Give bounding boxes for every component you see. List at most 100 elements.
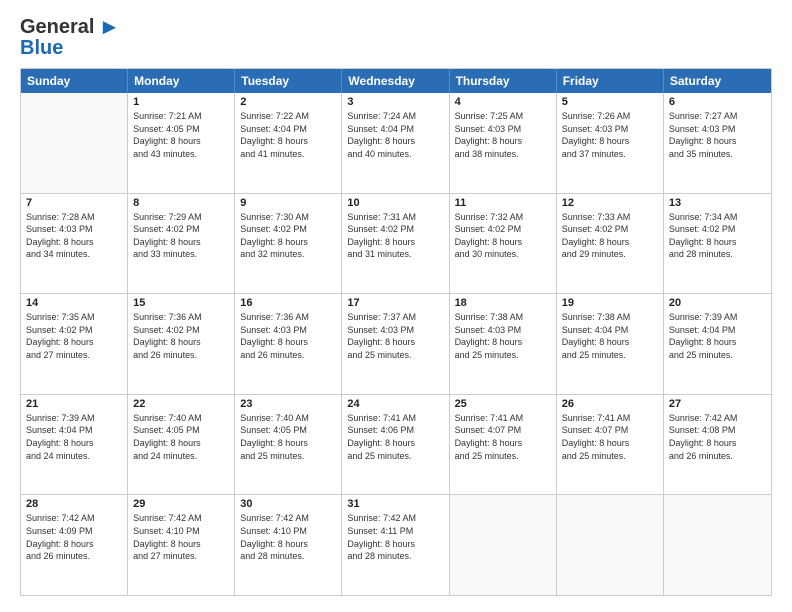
cell-info-line: and 31 minutes.: [347, 248, 443, 261]
cell-info-line: Daylight: 8 hours: [347, 236, 443, 249]
cell-info-line: Daylight: 8 hours: [669, 135, 766, 148]
cell-info-line: Daylight: 8 hours: [455, 135, 551, 148]
day-number: 28: [26, 498, 122, 510]
cell-info-line: Sunset: 4:03 PM: [562, 123, 658, 136]
day-number: 3: [347, 96, 443, 108]
cell-info-line: Daylight: 8 hours: [133, 437, 229, 450]
calendar-cell: [557, 495, 664, 595]
cell-info-line: and 24 minutes.: [26, 450, 122, 463]
cell-info-line: Sunrise: 7:29 AM: [133, 211, 229, 224]
cell-info-line: Sunset: 4:07 PM: [455, 424, 551, 437]
calendar-cell: 27Sunrise: 7:42 AMSunset: 4:08 PMDayligh…: [664, 395, 771, 495]
cell-info-line: Sunset: 4:02 PM: [240, 223, 336, 236]
cell-info-line: Sunrise: 7:39 AM: [669, 311, 766, 324]
calendar-cell: 5Sunrise: 7:26 AMSunset: 4:03 PMDaylight…: [557, 93, 664, 193]
cell-info-line: Sunrise: 7:39 AM: [26, 412, 122, 425]
calendar-cell: 17Sunrise: 7:37 AMSunset: 4:03 PMDayligh…: [342, 294, 449, 394]
weekday-header: Friday: [557, 69, 664, 93]
cell-info-line: Daylight: 8 hours: [26, 236, 122, 249]
calendar-cell: 13Sunrise: 7:34 AMSunset: 4:02 PMDayligh…: [664, 194, 771, 294]
cell-info-line: Daylight: 8 hours: [26, 336, 122, 349]
cell-info-line: Daylight: 8 hours: [26, 538, 122, 551]
cell-info-line: Daylight: 8 hours: [133, 538, 229, 551]
calendar-week-row: 28Sunrise: 7:42 AMSunset: 4:09 PMDayligh…: [21, 494, 771, 595]
calendar-cell: [21, 93, 128, 193]
calendar-cell: 25Sunrise: 7:41 AMSunset: 4:07 PMDayligh…: [450, 395, 557, 495]
calendar-body: 1Sunrise: 7:21 AMSunset: 4:05 PMDaylight…: [21, 93, 771, 595]
cell-info-line: Sunset: 4:03 PM: [455, 123, 551, 136]
cell-info-line: Sunset: 4:05 PM: [133, 123, 229, 136]
cell-info-line: Sunrise: 7:22 AM: [240, 110, 336, 123]
calendar-cell: 12Sunrise: 7:33 AMSunset: 4:02 PMDayligh…: [557, 194, 664, 294]
day-number: 7: [26, 197, 122, 209]
cell-info-line: and 27 minutes.: [133, 550, 229, 563]
cell-info-line: and 30 minutes.: [455, 248, 551, 261]
cell-info-line: Sunset: 4:11 PM: [347, 525, 443, 538]
cell-info-line: and 27 minutes.: [26, 349, 122, 362]
cell-info-line: Sunrise: 7:41 AM: [455, 412, 551, 425]
cell-info-line: and 40 minutes.: [347, 148, 443, 161]
cell-info-line: Sunset: 4:02 PM: [133, 324, 229, 337]
cell-info-line: and 26 minutes.: [26, 550, 122, 563]
calendar-cell: 23Sunrise: 7:40 AMSunset: 4:05 PMDayligh…: [235, 395, 342, 495]
cell-info-line: Sunset: 4:04 PM: [669, 324, 766, 337]
calendar-cell: 19Sunrise: 7:38 AMSunset: 4:04 PMDayligh…: [557, 294, 664, 394]
calendar-cell: 16Sunrise: 7:36 AMSunset: 4:03 PMDayligh…: [235, 294, 342, 394]
cell-info-line: and 25 minutes.: [347, 450, 443, 463]
cell-info-line: Daylight: 8 hours: [347, 538, 443, 551]
day-number: 17: [347, 297, 443, 309]
cell-info-line: Sunset: 4:02 PM: [26, 324, 122, 337]
calendar: SundayMondayTuesdayWednesdayThursdayFrid…: [20, 68, 772, 596]
day-number: 31: [347, 498, 443, 510]
cell-info-line: and 25 minutes.: [455, 450, 551, 463]
day-number: 14: [26, 297, 122, 309]
cell-info-line: Sunset: 4:04 PM: [26, 424, 122, 437]
calendar-week-row: 1Sunrise: 7:21 AMSunset: 4:05 PMDaylight…: [21, 93, 771, 193]
cell-info-line: and 37 minutes.: [562, 148, 658, 161]
cell-info-line: Daylight: 8 hours: [562, 437, 658, 450]
cell-info-line: Sunrise: 7:32 AM: [455, 211, 551, 224]
cell-info-line: Daylight: 8 hours: [562, 236, 658, 249]
logo-bird-icon: ►: [98, 16, 120, 38]
cell-info-line: and 25 minutes.: [562, 349, 658, 362]
cell-info-line: and 25 minutes.: [562, 450, 658, 463]
weekday-header: Thursday: [450, 69, 557, 93]
day-number: 26: [562, 398, 658, 410]
calendar-cell: [450, 495, 557, 595]
cell-info-line: Sunrise: 7:34 AM: [669, 211, 766, 224]
calendar-cell: 10Sunrise: 7:31 AMSunset: 4:02 PMDayligh…: [342, 194, 449, 294]
cell-info-line: and 33 minutes.: [133, 248, 229, 261]
cell-info-line: Sunset: 4:05 PM: [133, 424, 229, 437]
cell-info-line: Sunset: 4:06 PM: [347, 424, 443, 437]
logo: General ► Blue: [20, 16, 120, 58]
calendar-cell: 28Sunrise: 7:42 AMSunset: 4:09 PMDayligh…: [21, 495, 128, 595]
cell-info-line: Sunset: 4:03 PM: [240, 324, 336, 337]
cell-info-line: Daylight: 8 hours: [455, 236, 551, 249]
weekday-header: Wednesday: [342, 69, 449, 93]
cell-info-line: Daylight: 8 hours: [240, 538, 336, 551]
cell-info-line: Daylight: 8 hours: [347, 135, 443, 148]
cell-info-line: Sunset: 4:02 PM: [133, 223, 229, 236]
cell-info-line: Sunrise: 7:41 AM: [347, 412, 443, 425]
cell-info-line: Sunrise: 7:36 AM: [240, 311, 336, 324]
cell-info-line: Sunrise: 7:42 AM: [133, 512, 229, 525]
calendar-cell: 6Sunrise: 7:27 AMSunset: 4:03 PMDaylight…: [664, 93, 771, 193]
day-number: 4: [455, 96, 551, 108]
calendar-cell: 14Sunrise: 7:35 AMSunset: 4:02 PMDayligh…: [21, 294, 128, 394]
cell-info-line: Daylight: 8 hours: [562, 336, 658, 349]
cell-info-line: Sunset: 4:04 PM: [240, 123, 336, 136]
calendar-cell: 29Sunrise: 7:42 AMSunset: 4:10 PMDayligh…: [128, 495, 235, 595]
cell-info-line: Sunrise: 7:42 AM: [240, 512, 336, 525]
day-number: 11: [455, 197, 551, 209]
cell-info-line: and 28 minutes.: [669, 248, 766, 261]
cell-info-line: and 32 minutes.: [240, 248, 336, 261]
cell-info-line: and 41 minutes.: [240, 148, 336, 161]
calendar-cell: 9Sunrise: 7:30 AMSunset: 4:02 PMDaylight…: [235, 194, 342, 294]
cell-info-line: Sunset: 4:02 PM: [669, 223, 766, 236]
day-number: 22: [133, 398, 229, 410]
calendar-cell: 2Sunrise: 7:22 AMSunset: 4:04 PMDaylight…: [235, 93, 342, 193]
cell-info-line: and 28 minutes.: [240, 550, 336, 563]
cell-info-line: Sunset: 4:02 PM: [347, 223, 443, 236]
cell-info-line: Sunrise: 7:41 AM: [562, 412, 658, 425]
day-number: 29: [133, 498, 229, 510]
